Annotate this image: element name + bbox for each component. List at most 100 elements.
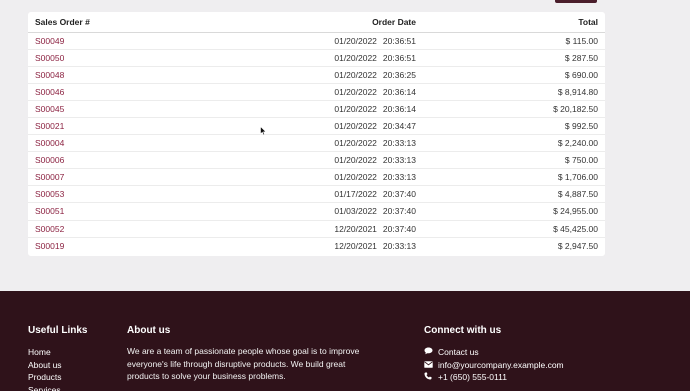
table-row[interactable]: S00052 12/20/2021 20:37:40 $ 45,425.00: [28, 219, 605, 238]
table-row[interactable]: S00006 01/20/2022 20:33:13 $ 750.00: [28, 151, 605, 169]
sales-orders-table: Sales Order # Order Date Total S00049 01/…: [28, 12, 605, 255]
order-date: 01/20/2022 20:33:13: [228, 134, 416, 152]
order-link[interactable]: S00049: [35, 36, 64, 46]
table-row[interactable]: S00007 01/20/2022 20:33:13 $ 1,706.00: [28, 168, 605, 186]
order-date-time: 20:33:13: [382, 155, 416, 166]
footer-link-item: Services: [28, 384, 62, 391]
order-link[interactable]: S00019: [35, 241, 64, 251]
order-total: $ 45,425.00: [416, 219, 605, 238]
order-link[interactable]: S00045: [35, 104, 64, 114]
order-link[interactable]: S00051: [35, 206, 64, 216]
order-link[interactable]: S00050: [35, 53, 64, 63]
site-footer: Useful Links Home About us Products Service…: [0, 291, 690, 391]
footer-link[interactable]: Home: [28, 347, 51, 357]
column-header-total[interactable]: Total: [416, 12, 605, 33]
order-total: $ 1,706.00: [416, 168, 605, 186]
order-date: 01/20/2022 20:33:13: [228, 168, 416, 186]
table-row[interactable]: S00049 01/20/2022 20:36:51 $ 115.00: [28, 32, 605, 49]
order-date-time: 20:36:14: [382, 103, 416, 114]
order-date-time: 20:37:40: [382, 223, 416, 234]
connect-item[interactable]: Contact us: [424, 346, 564, 359]
order-total: $ 2,240.00: [416, 134, 605, 152]
chat-icon: [424, 346, 438, 359]
order-date: 12/20/2021 20:37:40: [228, 219, 416, 238]
footer-link[interactable]: Services: [28, 385, 61, 391]
order-date-day: 01/20/2022: [334, 69, 377, 80]
useful-links-list: Home About us Products Services: [28, 346, 62, 391]
footer-link[interactable]: Products: [28, 372, 62, 382]
order-date-day: 01/20/2022: [334, 138, 377, 149]
table-row[interactable]: S00053 01/17/2022 20:37:40 $ 4,887.50: [28, 185, 605, 203]
order-total: $ 115.00: [565, 35, 598, 46]
order-date-day: 01/20/2022: [334, 52, 377, 63]
order-link[interactable]: S00021: [35, 121, 64, 131]
envelope-icon: [424, 359, 438, 372]
order-date-day: 01/20/2022: [334, 172, 377, 183]
order-link[interactable]: S00007: [35, 172, 64, 182]
order-date-time: 20:36:14: [382, 86, 416, 97]
table-row[interactable]: S00004 01/20/2022 20:33:13 $ 2,240.00: [28, 134, 605, 152]
order-date-day: 01/20/2022: [334, 121, 377, 132]
footer-link-item: Home: [28, 346, 62, 359]
order-total: $ 2,947.50: [416, 236, 605, 255]
order-date: 01/20/2022 20:36:14: [228, 99, 416, 118]
order-date: 01/03/2022 20:37:40: [228, 202, 416, 221]
order-date-day: 01/20/2022: [334, 35, 377, 46]
order-date: 01/20/2022 20:36:25: [228, 65, 416, 84]
order-link[interactable]: S00053: [35, 189, 64, 199]
order-total: $ 992.50: [416, 116, 605, 135]
footer-link[interactable]: About us: [28, 360, 62, 370]
order-link[interactable]: S00004: [35, 138, 64, 148]
order-date: 01/20/2022 20:34:47: [228, 116, 416, 135]
phone-icon: [424, 371, 438, 384]
about-text: We are a team of passionate people whose…: [127, 346, 360, 381]
table-row[interactable]: S00019 12/20/2021 20:33:13 $ 2,947.50: [28, 236, 605, 255]
order-date: 12/20/2021 20:33:13: [228, 236, 416, 255]
order-date-day: 01/03/2022: [334, 206, 377, 217]
order-link[interactable]: S00048: [35, 70, 64, 80]
table-row[interactable]: S00048 01/20/2022 20:36:25 $ 690.00: [28, 65, 605, 84]
table-row[interactable]: S00045 01/20/2022 20:36:14 $ 20,182.50: [28, 99, 605, 118]
order-date: 01/20/2022 20:36:51: [228, 32, 416, 49]
order-date-time: 20:33:13: [382, 172, 416, 183]
order-total: $ 20,182.50: [416, 99, 605, 118]
order-date: 01/20/2022 20:36:14: [228, 82, 416, 101]
connect-item-text: info@yourcompany.example.com: [438, 359, 564, 370]
order-total: $ 690.00: [416, 65, 605, 84]
table-row[interactable]: S00046 01/20/2022 20:36:14 $ 8,914.80: [28, 82, 605, 101]
connect-item[interactable]: info@yourcompany.example.com: [424, 359, 564, 372]
order-date-day: 01/20/2022: [334, 86, 377, 97]
table-row[interactable]: S00021 01/20/2022 20:34:47 $ 992.50: [28, 116, 605, 135]
order-link[interactable]: S00006: [35, 155, 64, 165]
table-header-row: Sales Order # Order Date Total: [28, 12, 605, 33]
order-date-time: 20:36:25: [382, 69, 416, 80]
column-header-date[interactable]: Order Date: [228, 12, 416, 33]
table-row[interactable]: S00050 01/20/2022 20:36:51 $ 287.50: [28, 48, 605, 67]
order-date-time: 20:37:40: [382, 206, 416, 217]
order-date-day: 01/17/2022: [334, 189, 377, 200]
footer-link-item: About us: [28, 359, 62, 372]
order-link[interactable]: S00046: [35, 87, 64, 97]
order-total: $ 750.00: [416, 151, 605, 169]
order-date-time: 20:33:13: [382, 240, 416, 251]
connect-item-text: Contact us: [438, 347, 479, 357]
order-total: $ 4,887.50: [416, 185, 605, 203]
top-action-button-edge[interactable]: [555, 0, 597, 3]
order-date-day: 12/20/2021: [334, 223, 377, 234]
order-date-time: 20:36:51: [382, 52, 416, 63]
order-total: $ 24,955.00: [416, 202, 605, 221]
table-row[interactable]: S00051 01/03/2022 20:37:40 $ 24,955.00: [28, 202, 605, 221]
connect-list: Contact us info@yourcompany.example.com +1…: [424, 346, 564, 384]
order-link[interactable]: S00052: [35, 224, 64, 234]
order-date-time: 20:36:51: [382, 35, 416, 46]
order-total: $ 8,914.80: [416, 82, 605, 101]
connect-item[interactable]: +1 (650) 555-0111: [424, 371, 564, 384]
table-body: S00049 01/20/2022 20:36:51 $ 115.00 S00050 01…: [28, 32, 605, 255]
order-date-time: 20:34:47: [382, 121, 416, 132]
column-header-order[interactable]: Sales Order #: [28, 12, 228, 33]
order-date-day: 01/20/2022: [334, 155, 377, 166]
connect-heading: Connect with us: [424, 325, 502, 336]
order-total: $ 287.50: [416, 48, 605, 67]
order-date: 01/17/2022 20:37:40: [228, 185, 416, 203]
useful-links-heading: Useful Links: [28, 325, 88, 336]
